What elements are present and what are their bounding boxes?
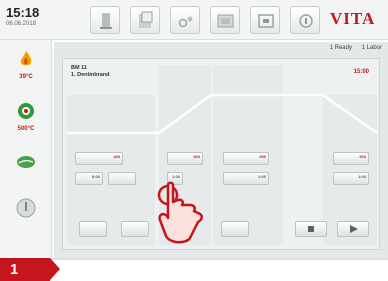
save-button[interactable] [221, 221, 249, 237]
main-area: 1 Ready 1 Labor BM 11 1. Dentinbrand 15:… [54, 42, 388, 258]
gallery-button[interactable] [210, 6, 240, 34]
leaf-icon [17, 156, 35, 168]
drying-time-value: 6:00 [91, 174, 100, 179]
step-badge: 1 [0, 258, 60, 281]
status-bar: 1 Ready 1 Labor [322, 45, 382, 51]
clock-date: 06.06.2018 [6, 21, 37, 27]
sidebar-temp-label: 39°C [19, 74, 33, 80]
gallery-icon [217, 14, 234, 28]
firing-program-panel: BM 11 1. Dentinbrand 15:00 400 6:00 920 … [62, 58, 380, 250]
vacuum-value: 1:00 [171, 174, 180, 179]
clock: 15:18 06.06.2018 [6, 5, 39, 27]
sidebar-item-vacuum[interactable]: 500°C [0, 102, 52, 132]
heat-rate-value: 920 [193, 154, 200, 159]
cooling-time-value: 1:00 [357, 174, 366, 179]
start-temp-value: 400 [113, 154, 120, 159]
sidebar-item-power[interactable] [0, 198, 52, 223]
stop-icon [308, 226, 314, 232]
sidebar: 39°C 500°C [0, 40, 52, 258]
predry-time-button[interactable] [108, 172, 136, 185]
play-button[interactable] [337, 221, 369, 237]
stop-button[interactable] [295, 221, 327, 237]
play-icon [350, 225, 358, 233]
hand-pointer-icon [157, 181, 203, 244]
flame-icon [20, 51, 32, 66]
power-icon [16, 198, 36, 218]
user-status: 1 Labor [361, 45, 382, 51]
end-temp-value: 930 [259, 154, 266, 159]
sidebar-vacuum-label: 500°C [17, 126, 35, 132]
media-icon [258, 14, 274, 28]
vita-logo: VITA [330, 9, 376, 28]
clock-time: 15:18 [6, 5, 40, 20]
program-list-icon [139, 11, 153, 28]
furnace-icon [100, 13, 112, 29]
vacuum-pump-icon [18, 103, 34, 119]
ready-status: 1 Ready [329, 45, 352, 51]
cooling-value: 920 [359, 154, 366, 159]
sidebar-item-heater[interactable]: 39°C [0, 50, 52, 80]
end-temp-button[interactable]: 930 [223, 152, 269, 165]
sidebar-item-eco[interactable] [0, 154, 52, 175]
step-number: 1 [10, 261, 19, 278]
firing-tray-icon [178, 16, 193, 28]
link-button[interactable] [121, 221, 149, 237]
cooling-button[interactable]: 920 [333, 152, 369, 165]
edit-button[interactable] [79, 221, 107, 237]
hold-time-value: 1:00 [257, 174, 266, 179]
top-bar: 15:18 06.06.2018 VITA [0, 0, 388, 40]
furnace-ui: 15:18 06.06.2018 VITA 39°C 500°C 1 Ready… [0, 0, 388, 260]
furnace-button[interactable] [90, 6, 120, 34]
program-list-button[interactable] [130, 6, 160, 34]
firing-tray-button[interactable] [170, 6, 200, 34]
drying-time-button[interactable]: 6:00 [75, 172, 103, 185]
cooling-time-button[interactable]: 1:00 [333, 172, 369, 185]
help-button[interactable] [290, 6, 320, 34]
help-icon [299, 14, 313, 28]
start-temp-button[interactable]: 400 [75, 152, 123, 165]
media-button[interactable] [250, 6, 280, 34]
heat-rate-button[interactable]: 920 [167, 152, 203, 165]
hold-time-button[interactable]: 1:00 [223, 172, 269, 185]
